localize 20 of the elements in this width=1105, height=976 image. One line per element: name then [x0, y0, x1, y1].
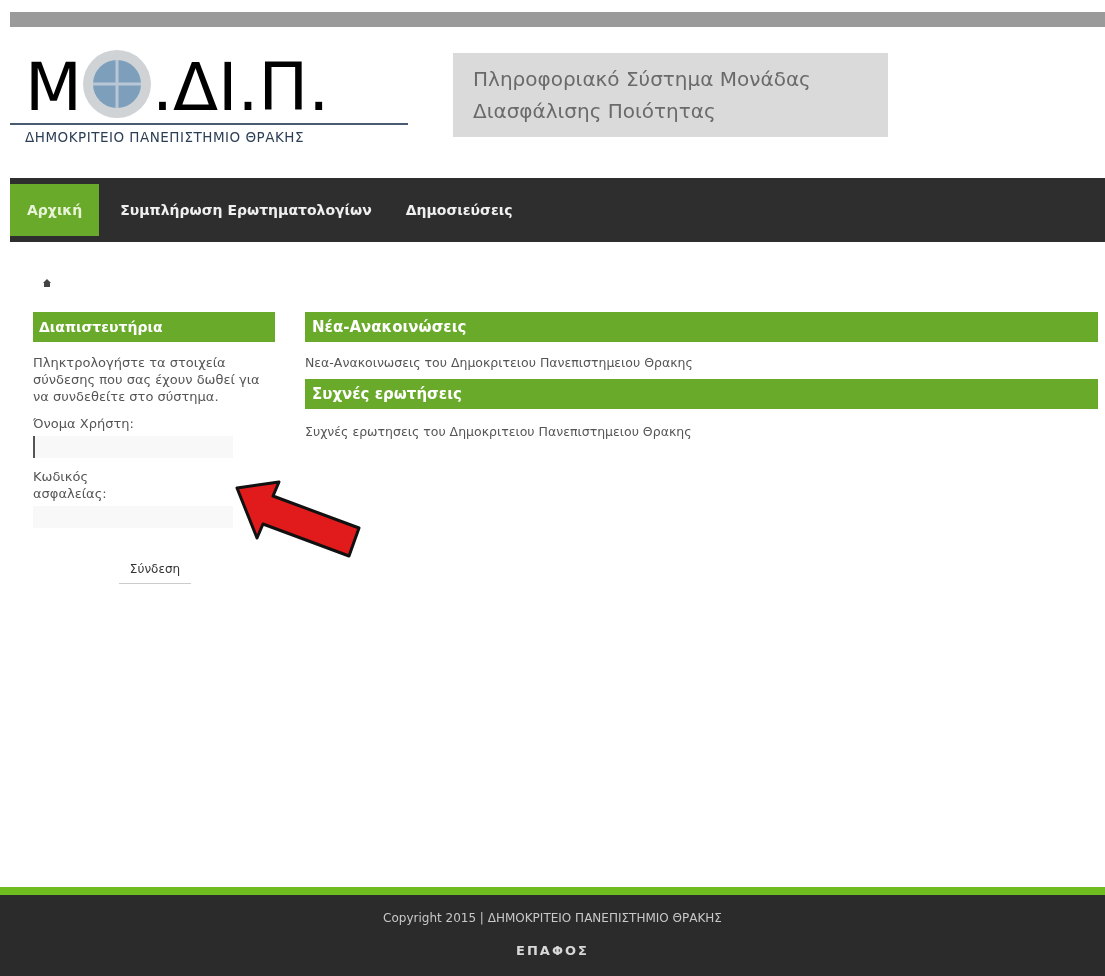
- login-intro: Πληκτρολογήστε τα στοιχεία σύνδεσης που σας έχουν δωθεί για να συνδεθείτε στο σύστημα.: [33, 354, 261, 405]
- nav-tab[interactable]: Δημοσιεύσεις: [388, 184, 530, 236]
- input-field[interactable]: [33, 436, 233, 458]
- section-text: Νεα-Ανακοινωσεις του Δημοκριτειου Πανεπιστημειου Θρακης: [305, 354, 694, 372]
- section-header: Συχνές ερωτήσεις: [305, 378, 1098, 409]
- home-icon[interactable]: [42, 278, 52, 288]
- field-label: Όνομα Χρήστη:: [33, 415, 135, 432]
- logo-text: .ΔΙ.Π.: [151, 55, 330, 121]
- footer-copyright: Copyright 2015 | ΔΗΜΟΚΡΙΤΕΙΟ ΠΑΝΕΠΙΣΤΗΜΙΟ ΘΡΑΚΗΣ: [383, 910, 722, 927]
- site-title: Πληροφοριακό Σύστημα Μονάδας Διασφάλισης Ποιότητας: [453, 53, 888, 137]
- field-label: Κωδικός ασφαλείας:: [33, 468, 108, 502]
- logo-letter: Μ: [25, 55, 82, 121]
- nav-tab[interactable]: Συμπλήρωση Ερωτηματολογίων: [103, 184, 389, 236]
- section-text: Συχνές ερωτησεις του Δημοκριτειου Πανεπιστημειου Θρακης: [305, 422, 693, 441]
- contact-link[interactable]: ΕΠΑΦΟΣ: [516, 941, 589, 961]
- section-header: Νέα-Ανακοινώσεις: [305, 312, 1098, 342]
- panel-header: Διαπιστευτήρια: [33, 312, 275, 342]
- site-logo[interactable]: Μ .ΔΙ.Π. ΔΗΜΟΚΡΙΤΕΙΟ ΠΑΝΕΠΙΣΤΗΜΙΟ ΘΡΑΚΗΣ: [10, 41, 408, 149]
- logo-subtitle: ΔΗΜΟΚΡΙΤΕΙΟ ΠΑΝΕΠΙΣΤΗΜΙΟ ΘΡΑΚΗΣ: [25, 129, 304, 145]
- globe-icon: [81, 49, 152, 119]
